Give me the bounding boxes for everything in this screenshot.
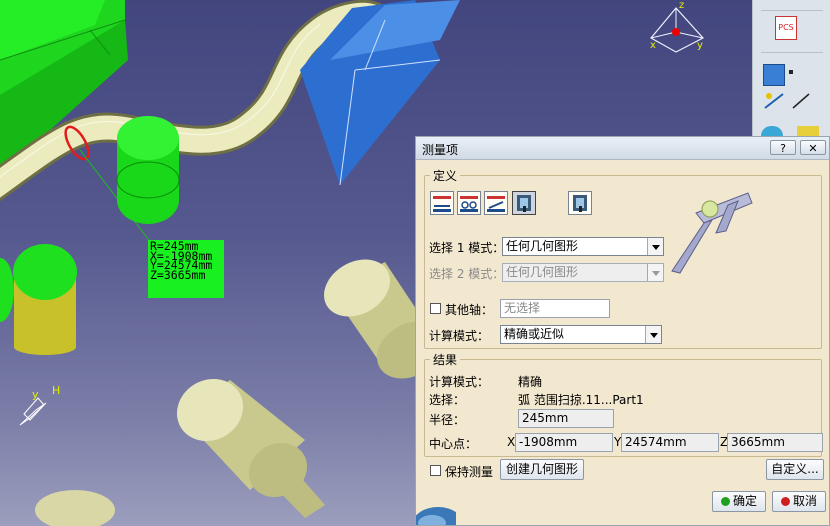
green-cylinder-edge[interactable] bbox=[0, 258, 14, 322]
chevron-down-icon[interactable] bbox=[647, 264, 663, 281]
dialog-titlebar[interactable]: 测量项 ? ✕ bbox=[416, 137, 829, 160]
compass-y-label: y bbox=[32, 388, 39, 401]
beige-cylinder-3[interactable] bbox=[35, 490, 115, 526]
other-axis-field[interactable]: 无选择 bbox=[500, 299, 610, 318]
help-button[interactable]: ? bbox=[770, 140, 796, 155]
result-selection-value: 弧 范围扫掠.11...Part1 bbox=[518, 393, 644, 407]
point-icon[interactable] bbox=[789, 70, 793, 74]
result-selection-label: 选择： bbox=[429, 393, 466, 407]
axis-y-label: y bbox=[697, 40, 703, 51]
axis-triad[interactable]: z x y bbox=[650, 0, 704, 53]
selection2-mode-label: 选择 2 模式： bbox=[429, 267, 505, 281]
cancel-button-label: 取消 bbox=[792, 494, 817, 508]
calc-mode-label: 计算模式： bbox=[429, 329, 490, 343]
toolbar-separator bbox=[761, 10, 823, 11]
result-radius-field: 245mm bbox=[518, 409, 614, 428]
result-radius-label: 半径： bbox=[429, 413, 466, 427]
compass-h-label: H bbox=[52, 384, 60, 397]
axis-x-label: x bbox=[650, 40, 656, 51]
yellow-green-cylinder[interactable] bbox=[13, 244, 77, 355]
cancel-icon bbox=[780, 497, 790, 506]
pcs-icon[interactable]: PCS bbox=[775, 16, 797, 40]
measure-between-icon[interactable] bbox=[430, 191, 454, 215]
result-calc-mode-value: 精确 bbox=[518, 375, 543, 389]
cancel-button[interactable]: 取消 bbox=[772, 491, 826, 512]
grid-icon[interactable] bbox=[763, 64, 785, 86]
other-axis-label: 其他轴： bbox=[445, 303, 494, 317]
3d-viewport[interactable]: z x y y H R=245mm X=-1908mm Y=24574mm Z=… bbox=[0, 0, 830, 526]
measure-chain-icon[interactable] bbox=[457, 191, 481, 215]
measure-fan-icon[interactable] bbox=[484, 191, 508, 215]
line-icon[interactable] bbox=[763, 90, 785, 110]
toolbar-separator bbox=[761, 52, 823, 53]
measure-label[interactable]: R=245mm X=-1908mm Y=24574mm Z=3665mm bbox=[148, 240, 224, 298]
result-calc-mode-label: 计算模式： bbox=[429, 375, 490, 389]
result-z-field: 3665mm bbox=[727, 433, 823, 452]
dialog-title: 测量项 bbox=[422, 143, 459, 157]
measure-item-dialog[interactable]: 测量项 ? ✕ 定义 选择 1 模式： 任何几何图形 选择 2 模式： 任何几何… bbox=[415, 136, 830, 526]
ok-icon bbox=[720, 497, 730, 506]
right-toolbar: PCS bbox=[752, 0, 830, 140]
chevron-down-icon[interactable] bbox=[647, 238, 663, 255]
chevron-down-icon[interactable] bbox=[645, 326, 661, 343]
calc-mode-value: 精确或近似 bbox=[504, 327, 565, 341]
measure-label-z: Z=3665mm bbox=[150, 267, 206, 282]
selection1-mode-select[interactable]: 任何几何图形 bbox=[502, 237, 664, 256]
ok-button[interactable]: 确定 bbox=[712, 491, 766, 512]
result-x-label: X bbox=[507, 435, 516, 449]
selection1-mode-value: 任何几何图形 bbox=[506, 239, 579, 253]
ok-button-label: 确定 bbox=[732, 494, 757, 508]
result-y-field: 24574mm bbox=[621, 433, 719, 452]
selection1-mode-label: 选择 1 模式： bbox=[429, 241, 505, 255]
definition-group-title: 定义 bbox=[430, 167, 461, 184]
beige-cylinder-2[interactable] bbox=[166, 367, 325, 518]
close-button[interactable]: ✕ bbox=[800, 140, 826, 155]
keep-measure-label: 保持测量 bbox=[445, 465, 494, 479]
compass-icon[interactable]: y H bbox=[19, 384, 60, 426]
measure-item-icon[interactable] bbox=[512, 191, 536, 215]
customize-button[interactable]: 自定义... bbox=[766, 459, 824, 480]
plane-icon[interactable] bbox=[791, 92, 811, 110]
results-group-title: 结果 bbox=[430, 351, 461, 368]
green-cylinder[interactable] bbox=[116, 116, 180, 224]
result-x-field: -1908mm bbox=[515, 433, 613, 452]
axis-z-label: z bbox=[679, 0, 684, 11]
other-axis-checkbox[interactable] bbox=[430, 303, 441, 314]
result-center-label: 中心点： bbox=[429, 437, 478, 451]
calc-mode-select[interactable]: 精确或近似 bbox=[500, 325, 662, 344]
selection2-mode-select[interactable]: 任何几何图形 bbox=[502, 263, 664, 282]
create-geometry-button[interactable]: 创建几何图形 bbox=[500, 459, 584, 480]
keep-measure-checkbox[interactable] bbox=[430, 465, 441, 476]
other-axis-placeholder: 无选择 bbox=[504, 301, 541, 315]
caliper-icon bbox=[671, 192, 753, 274]
globe-icon bbox=[416, 493, 456, 525]
measure-thickness-icon[interactable] bbox=[568, 191, 592, 215]
selection2-mode-value: 任何几何图形 bbox=[506, 265, 579, 279]
